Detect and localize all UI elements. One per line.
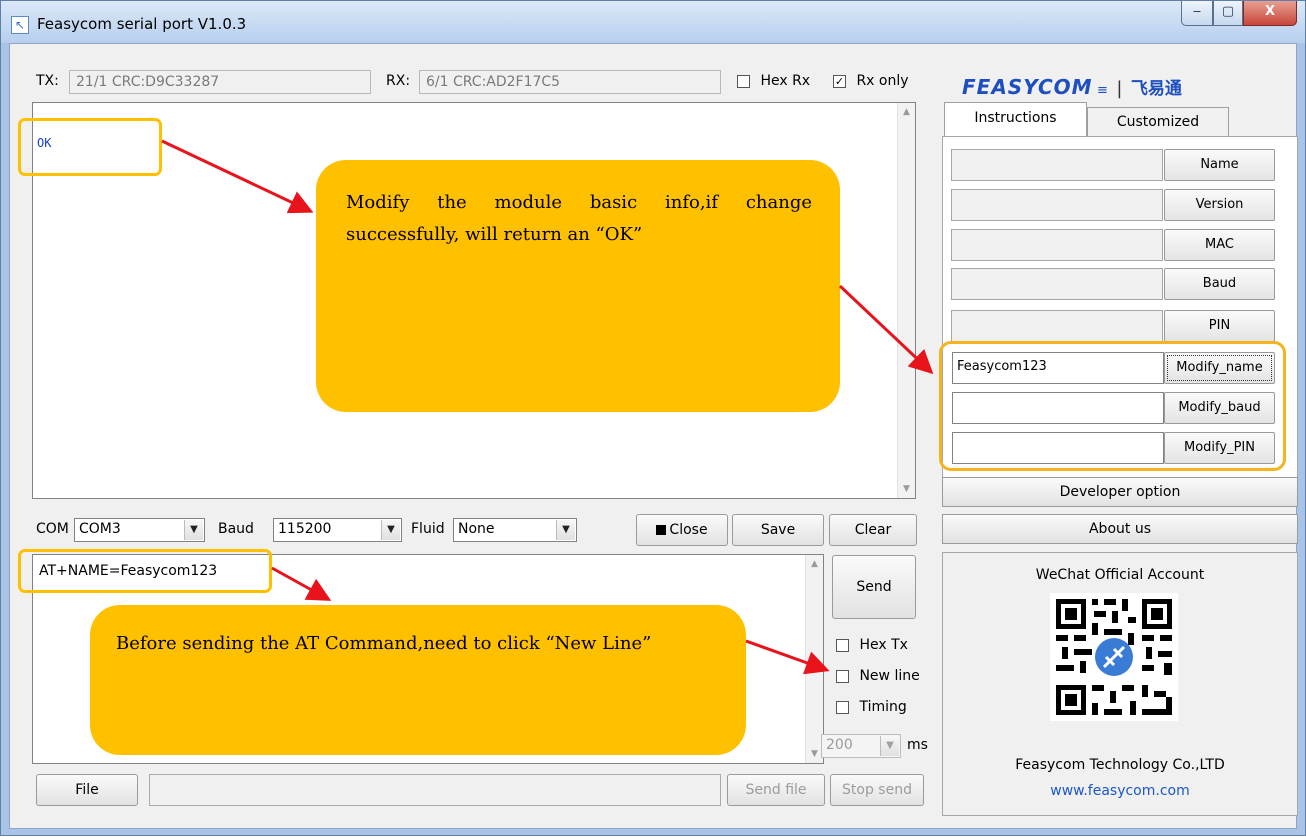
- arrow-command-to-callout: [271, 566, 332, 601]
- close-window-button[interactable]: X: [1243, 1, 1297, 26]
- title-bar[interactable]: ↖ Feasycom serial port V1.0.3 ‒ ▢ X: [1, 1, 1305, 43]
- annotation-arrows: [161, 139, 934, 675]
- client-area: TX: 21/1 CRC:D9C33287 RX: 6/1 CRC:AD2F17…: [9, 43, 1298, 829]
- maximize-button[interactable]: ▢: [1213, 1, 1243, 26]
- minimize-button[interactable]: ‒: [1181, 1, 1213, 26]
- arrow-ok-to-callout: [161, 139, 314, 214]
- arrow-callout-to-modify: [838, 284, 934, 375]
- arrow-callout-to-new-line: [745, 639, 830, 675]
- app-window: ↖ Feasycom serial port V1.0.3 ‒ ▢ X TX: …: [0, 0, 1306, 836]
- window-title: Feasycom serial port V1.0.3: [37, 15, 247, 33]
- app-icon: ↖: [11, 16, 29, 34]
- window-controls: ‒ ▢ X: [1181, 1, 1297, 27]
